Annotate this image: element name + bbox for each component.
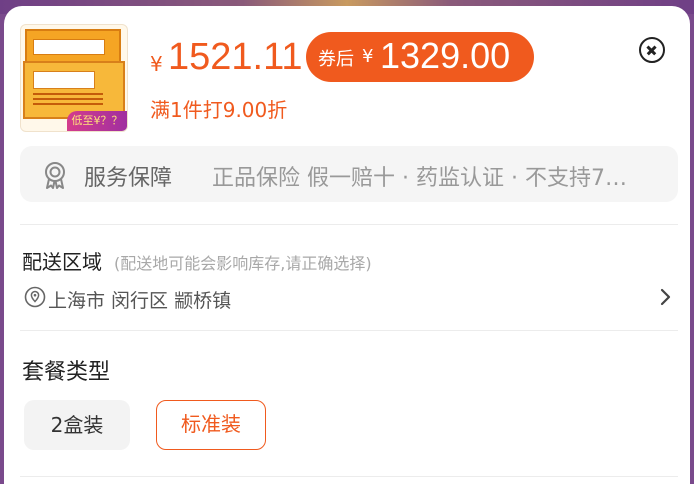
divider: [20, 330, 678, 331]
service-guarantee-row[interactable]: 服务保障 正品保险 假一赔十 · 药监认证 · 不支持7…: [20, 146, 678, 202]
delivery-note: (配送地可能会影响库存,请正确选择): [114, 254, 372, 273]
service-title: 服务保障: [84, 166, 173, 191]
package-type-title: 套餐类型: [22, 360, 111, 385]
award-ribbon-icon: [45, 162, 65, 189]
thumb-promo-tag: 低至¥？？: [67, 111, 127, 131]
coupon-price-value: 1329.00: [380, 35, 511, 76]
package-option-2-boxes[interactable]: 2盒装: [24, 400, 130, 450]
coupon-currency: ¥: [362, 46, 374, 67]
location-pin-icon: [24, 286, 46, 308]
divider: [20, 476, 678, 477]
coupon-price-badge: 券后 ¥ 1329.00: [306, 32, 534, 82]
discount-text: 满1件打9.00折: [150, 98, 288, 122]
close-icon[interactable]: [639, 37, 665, 63]
delivery-title: 配送区域: [22, 250, 102, 274]
chevron-right-icon: [660, 288, 671, 306]
delivery-location: 上海市 闵行区 颛桥镇: [48, 290, 232, 312]
divider: [20, 224, 678, 225]
sku-selector-sheet: 低至¥？？ ¥ 1521.11 券后 ¥ 1329.00 满1件打9.00折 服…: [4, 6, 690, 484]
package-option-standard-selected[interactable]: 标准装: [156, 400, 266, 450]
product-thumbnail: 低至¥？？: [20, 24, 128, 132]
price-value: 1521.11: [168, 36, 303, 78]
coupon-label: 券后: [318, 49, 354, 70]
delivery-location-row[interactable]: 上海市 闵行区 颛桥镇: [20, 278, 678, 316]
price-currency: ¥: [150, 52, 163, 76]
service-detail: 正品保险 假一赔十 · 药监认证 · 不支持7…: [212, 166, 627, 191]
